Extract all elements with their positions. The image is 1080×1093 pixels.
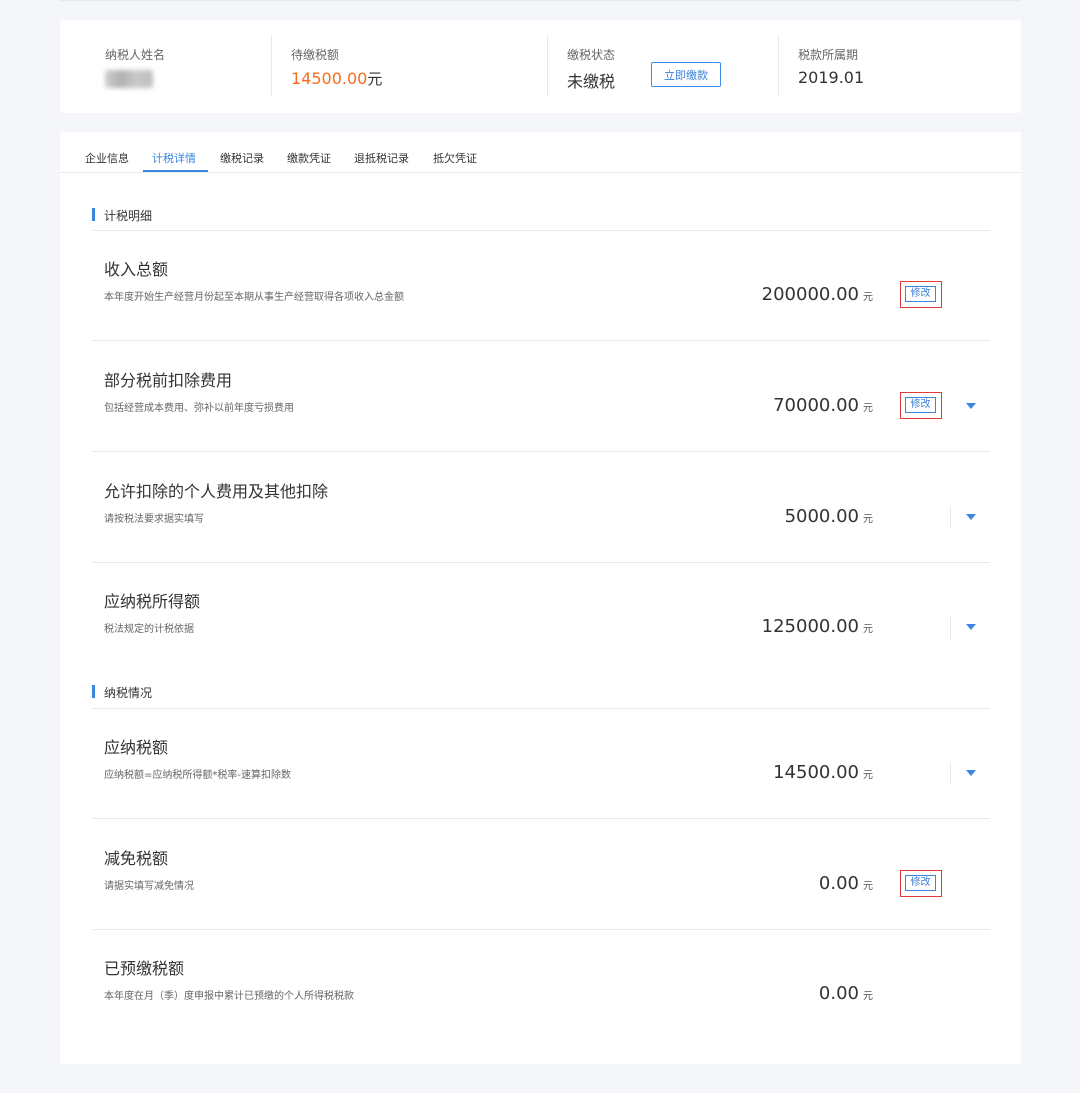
tax-row-total-income: 收入总额本年度开始生产经营月份起至本期从事生产经营取得各项收入总金额 200000…: [92, 231, 990, 341]
tax-period-value: 2019.01: [798, 68, 865, 87]
pending-tax-value: 14500.00元: [291, 68, 382, 89]
row-amount-unit: 元: [863, 881, 873, 892]
tax-row-prepaid-tax: 已预缴税额本年度在月（季）度申报中累计已预缴的个人所得税税款 0.00 元: [92, 930, 990, 1040]
tab-refund-offset-records[interactable]: 退抵税记录: [354, 150, 409, 166]
row-amount-unit: 元: [863, 991, 873, 1002]
row-amount-value: 0.00: [818, 873, 859, 894]
row-description: 应纳税额=应纳税所得额*税率-速算扣除数: [104, 770, 291, 781]
edit-button[interactable]: 修改: [905, 397, 936, 413]
tax-status-value: 未缴税: [567, 72, 616, 91]
row-description: 请按税法要求据实填写: [104, 514, 204, 525]
taxpayer-name-value-redacted: [105, 70, 153, 88]
row-separator: [950, 617, 951, 639]
row-title: 减免税额: [104, 849, 169, 868]
row-amount: 125000.00 元: [762, 616, 873, 637]
summary-divider: [778, 36, 779, 96]
row-amount: 5000.00 元: [785, 506, 873, 527]
pending-tax-amount: 14500.00: [291, 69, 368, 88]
tax-detail-panel: 企业信息 计税详情 缴税记录 缴款凭证 退抵税记录 抵欠凭证 计税明细 纳税情况…: [60, 132, 1021, 1064]
row-separator: [950, 507, 951, 529]
edit-button[interactable]: 修改: [905, 875, 936, 891]
taxpayer-name-label: 纳税人姓名: [105, 48, 166, 62]
tab-tax-calc-details[interactable]: 计税详情: [152, 150, 196, 166]
row-title: 收入总额: [104, 260, 169, 279]
tab-arrears-vouchers[interactable]: 抵欠凭证: [433, 150, 477, 166]
tax-row-pretax-deduction: 部分税前扣除费用包括经营成本费用、弥补以前年度亏损费用 70000.00 元 修改: [92, 342, 990, 452]
row-title: 应纳税额: [104, 738, 169, 757]
row-description: 税法规定的计税依据: [104, 624, 194, 635]
row-amount: 0.00 元: [819, 873, 873, 894]
row-divider: [92, 451, 990, 452]
top-divider: [60, 0, 1021, 1]
tax-row-taxable-income: 应纳税所得额税法规定的计税依据 125000.00 元: [92, 563, 990, 673]
row-amount: 0.00 元: [819, 983, 873, 1004]
row-amount-unit: 元: [863, 292, 873, 303]
row-amount-value: 14500.00: [773, 762, 859, 783]
row-description: 包括经营成本费用、弥补以前年度亏损费用: [104, 403, 294, 414]
row-description: 本年度在月（季）度申报中累计已预缴的个人所得税税款: [104, 991, 354, 1002]
row-amount-value: 200000.00: [761, 284, 859, 305]
edit-highlight-box: 修改: [900, 392, 942, 419]
tax-summary-card: 纳税人姓名 待缴税额 14500.00元 缴税状态 未缴税 立即缴款 税款所属期…: [60, 20, 1021, 113]
active-tab-indicator: [143, 170, 208, 172]
section-title-calc-detail: 计税明细: [92, 207, 152, 224]
edit-button[interactable]: 修改: [905, 286, 936, 302]
row-divider: [92, 818, 990, 819]
row-amount: 14500.00 元: [773, 762, 873, 783]
tax-row-tax-payable: 应纳税额应纳税额=应纳税所得额*税率-速算扣除数 14500.00 元: [92, 709, 990, 819]
row-separator: [950, 763, 951, 785]
row-amount-value: 0.00: [818, 983, 859, 1004]
row-amount: 70000.00 元: [773, 395, 873, 416]
row-amount-value: 5000.00: [784, 506, 859, 527]
summary-divider: [547, 36, 548, 96]
tax-period-label: 税款所属期: [798, 48, 859, 62]
row-title: 已预缴税额: [104, 959, 185, 978]
row-description: 请据实填写减免情况: [104, 881, 194, 892]
tax-row-personal-deduction: 允许扣除的个人费用及其他扣除请按税法要求据实填写 5000.00 元: [92, 453, 990, 563]
edit-highlight-box: 修改: [900, 870, 942, 897]
tab-company-info[interactable]: 企业信息: [85, 150, 129, 166]
row-amount-value: 125000.00: [761, 616, 859, 637]
pending-tax-label: 待缴税额: [291, 48, 340, 62]
row-amount-unit: 元: [863, 403, 873, 414]
tab-payment-vouchers[interactable]: 缴款凭证: [287, 150, 331, 166]
caret-down-icon[interactable]: [966, 403, 976, 409]
row-title: 应纳税所得额: [104, 592, 201, 611]
caret-down-icon[interactable]: [966, 770, 976, 776]
pending-tax-unit: 元: [367, 70, 383, 88]
summary-divider: [271, 36, 272, 96]
edit-highlight-box: 修改: [900, 281, 942, 308]
pay-now-button[interactable]: 立即缴款: [651, 62, 721, 87]
row-description: 本年度开始生产经营月份起至本期从事生产经营取得各项收入总金额: [104, 292, 404, 303]
row-amount-unit: 元: [863, 624, 873, 635]
section-title-tax-situation: 纳税情况: [92, 684, 152, 701]
row-amount: 200000.00 元: [762, 284, 873, 305]
tab-tax-payment-records[interactable]: 缴税记录: [220, 150, 264, 166]
tab-bar: 企业信息 计税详情 缴税记录 缴款凭证 退抵税记录 抵欠凭证: [60, 132, 1021, 173]
row-amount-unit: 元: [863, 770, 873, 781]
row-amount-value: 70000.00: [773, 395, 859, 416]
row-amount-unit: 元: [863, 514, 873, 525]
caret-down-icon[interactable]: [966, 514, 976, 520]
tax-row-tax-reduction: 减免税额请据实填写减免情况 0.00 元 修改: [92, 820, 990, 930]
row-title: 部分税前扣除费用: [104, 371, 233, 390]
caret-down-icon[interactable]: [966, 624, 976, 630]
row-title: 允许扣除的个人费用及其他扣除: [104, 482, 329, 501]
row-divider: [92, 340, 990, 341]
tax-status-label: 缴税状态: [567, 48, 616, 62]
